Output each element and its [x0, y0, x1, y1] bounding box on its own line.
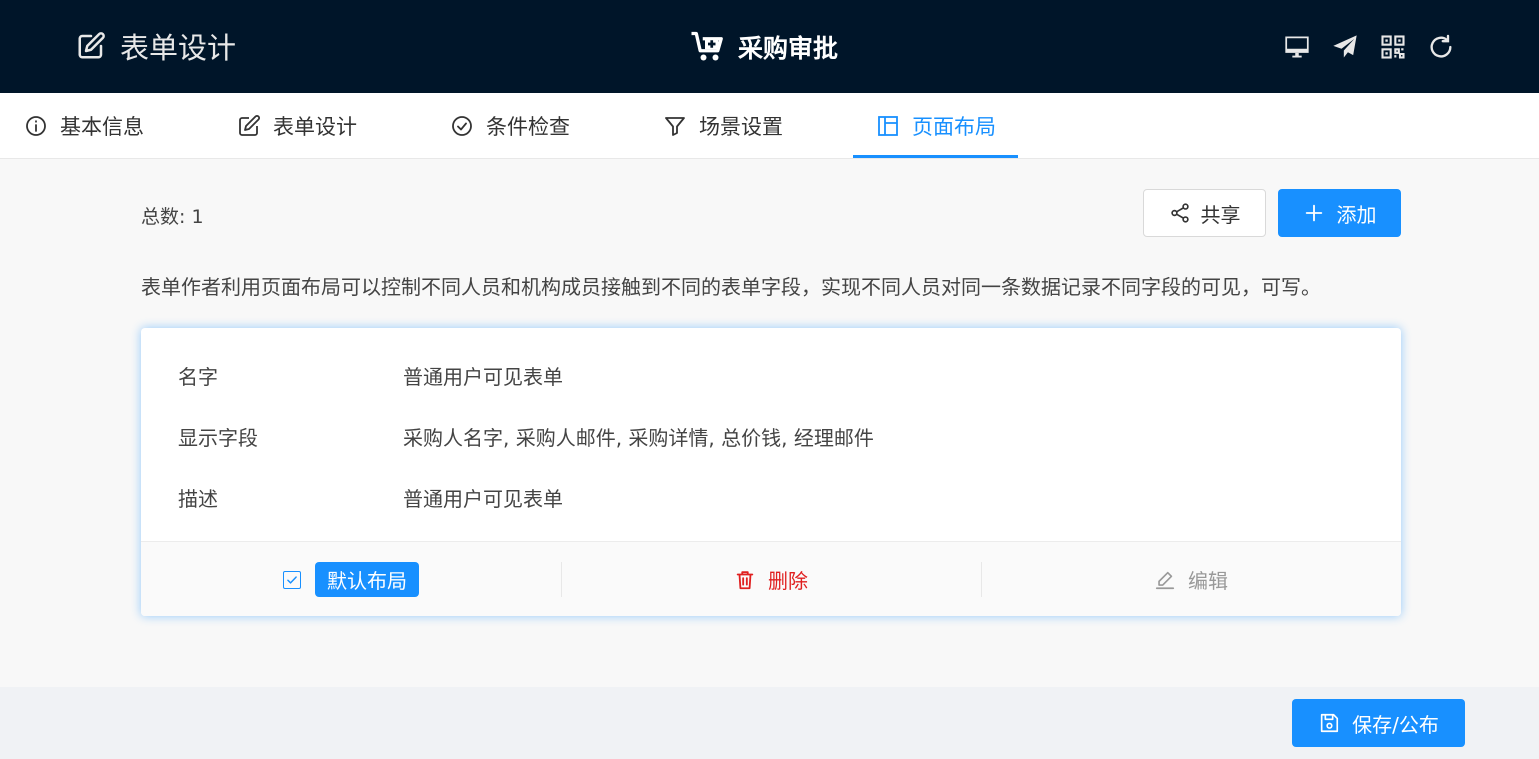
tab-label: 条件检查	[486, 115, 570, 139]
default-layout-action[interactable]: 默认布局	[141, 542, 561, 617]
plus-icon	[1305, 204, 1322, 222]
edit-button[interactable]: 编辑	[981, 542, 1401, 617]
delete-button[interactable]: 删除	[561, 542, 981, 617]
row-label: 显示字段	[178, 425, 258, 450]
header-form-design-title: 表单设计	[120, 31, 237, 65]
header-center: 采购审批	[690, 28, 838, 66]
top-header: 表单设计 采购审批	[0, 0, 1539, 93]
tab-basic-info[interactable]: 基本信息	[24, 93, 144, 159]
edit-icon	[78, 32, 105, 59]
save-label: 保存/公布	[1352, 712, 1439, 737]
layout-card: 名字 普通用户可见表单 显示字段 采购人名字, 采购人邮件, 采购详情, 总价钱…	[141, 328, 1401, 616]
add-label: 添加	[1336, 202, 1377, 227]
tab-label: 场景设置	[699, 115, 783, 139]
tab-label: 基本信息	[60, 115, 144, 139]
app-title: 采购审批	[738, 34, 839, 63]
qrcode-icon[interactable]	[1378, 32, 1408, 62]
row-value: 采购人名字, 采购人邮件, 采购详情, 总价钱, 经理邮件	[403, 425, 874, 450]
cart-icon	[691, 31, 723, 61]
share-label: 共享	[1200, 202, 1241, 227]
default-layout-checkbox[interactable]	[283, 570, 301, 589]
desktop-icon[interactable]	[1282, 32, 1312, 62]
save-icon	[1320, 713, 1339, 733]
delete-label: 删除	[768, 569, 808, 593]
check-circle-icon	[452, 116, 472, 136]
card-row-fields: 显示字段 采购人名字, 采购人邮件, 采购详情, 总价钱, 经理邮件	[178, 421, 874, 451]
row-value: 普通用户可见表单	[403, 486, 563, 511]
refresh-icon[interactable]	[1426, 32, 1456, 62]
share-icon	[1170, 203, 1189, 223]
row-label: 描述	[178, 486, 218, 511]
layout-description: 表单作者利用页面布局可以控制不同人员和机构成员接触到不同的表单字段，实现不同人员…	[141, 275, 1321, 299]
header-left: 表单设计	[76, 28, 237, 65]
tab-condition-check[interactable]: 条件检查	[450, 93, 570, 159]
edit-icon	[239, 115, 260, 136]
card-row-name: 名字 普通用户可见表单	[178, 360, 563, 390]
edit-label: 编辑	[1188, 569, 1228, 593]
card-row-description: 描述 普通用户可见表单	[178, 482, 563, 512]
default-layout-tag: 默认布局	[315, 562, 419, 597]
tab-form-design[interactable]: 表单设计	[237, 93, 357, 159]
filter-icon	[665, 117, 685, 136]
info-icon	[26, 116, 46, 136]
pencil-icon	[1155, 571, 1175, 589]
add-button[interactable]: 添加	[1278, 189, 1401, 237]
row-label: 名字	[178, 364, 218, 389]
layout-icon	[878, 116, 898, 136]
share-button[interactable]: 共享	[1143, 189, 1266, 237]
tab-page-layout[interactable]: 页面布局	[876, 93, 996, 159]
card-actions: 默认布局 删除 编辑	[141, 541, 1401, 616]
tab-scene-settings[interactable]: 场景设置	[663, 93, 783, 159]
trash-icon	[736, 570, 754, 589]
send-icon[interactable]	[1330, 32, 1360, 62]
tab-bar: 基本信息 表单设计 条件检查 场景设置 页面布局	[0, 93, 1539, 159]
row-value: 普通用户可见表单	[403, 364, 563, 389]
active-tab-indicator	[853, 155, 1018, 158]
save-publish-button[interactable]: 保存/公布	[1292, 699, 1465, 747]
check-icon	[287, 575, 297, 584]
total-count: 总数: 1	[141, 206, 204, 228]
tab-label: 表单设计	[273, 115, 357, 139]
main-content: 总数: 1 共享 添加 表单作者利用页面布局可以控制不同人员和机构成员接触到不同…	[0, 159, 1539, 687]
header-actions	[1282, 32, 1474, 62]
tab-label: 页面布局	[912, 115, 996, 139]
